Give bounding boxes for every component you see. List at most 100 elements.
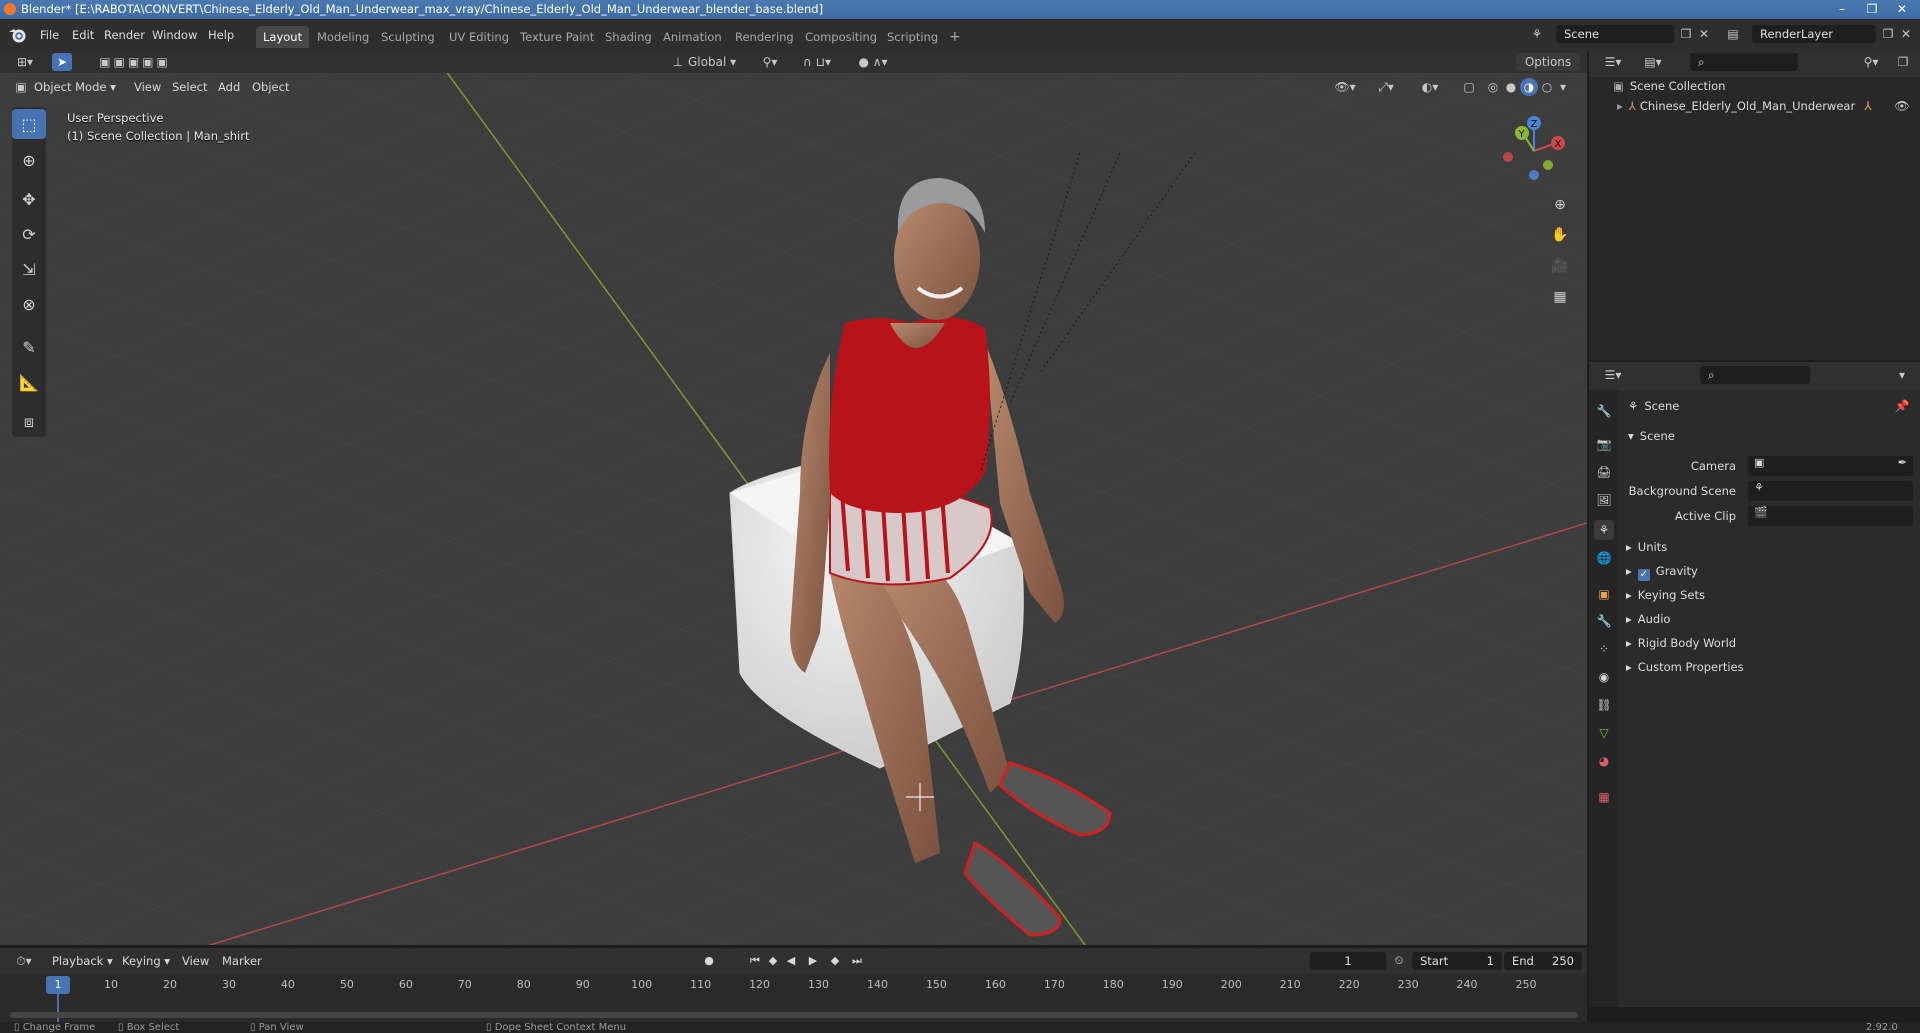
tab-texture-paint[interactable]: Texture Paint <box>513 26 601 48</box>
filter-icon[interactable]: ⚲▾ <box>1858 53 1884 71</box>
tab-modeling[interactable]: Modeling <box>310 26 376 48</box>
particles-tab-icon[interactable]: ⁘ <box>1594 639 1614 659</box>
zoom-icon[interactable]: ⊕ <box>1548 193 1572 217</box>
tab-uv-editing[interactable]: UV Editing <box>442 26 516 48</box>
select-box-tool-icon[interactable]: ⬚ <box>12 109 46 139</box>
select-tool-icon[interactable]: ➤ <box>52 53 72 71</box>
viewport-menu-object[interactable]: Object <box>248 78 293 96</box>
armature-data-icon[interactable]: ⅄ <box>1860 97 1876 115</box>
editor-type-icon[interactable]: ⊞▾ <box>12 53 38 71</box>
remove-scene-icon[interactable]: ✕ <box>1696 25 1712 43</box>
solid-shading-icon[interactable]: ● <box>1502 78 1520 96</box>
preview-range-icon[interactable]: ⏲ <box>1390 952 1408 970</box>
annotate-tool-icon[interactable]: ✎ <box>12 332 46 362</box>
camera-field[interactable]: ▣ ✒ <box>1748 456 1913 476</box>
camera-view-icon[interactable]: 🎥 <box>1548 254 1572 278</box>
tab-animation[interactable]: Animation <box>656 26 729 48</box>
proportional-editing-icon[interactable]: ● ∧▾ <box>848 53 898 71</box>
viewport-menu-view[interactable]: View <box>130 78 165 96</box>
tab-sculpting[interactable]: Sculpting <box>374 26 442 48</box>
menu-window[interactable]: Window <box>148 26 201 44</box>
background-scene-field[interactable]: ⚘ <box>1748 481 1913 501</box>
eyedropper-icon[interactable]: ✒ <box>1898 456 1907 469</box>
blender-logo-icon[interactable] <box>8 26 28 44</box>
new-view-layer-icon[interactable]: ❐ <box>1880 25 1896 43</box>
play-icon[interactable]: ▶ <box>804 952 822 970</box>
prev-keyframe-icon[interactable]: ◆ <box>764 952 782 970</box>
scene-icon[interactable]: ⚘ <box>1528 25 1546 43</box>
rotate-tool-icon[interactable]: ⟳ <box>12 219 46 249</box>
scale-tool-icon[interactable]: ⇲ <box>12 254 46 284</box>
close-window-button[interactable]: ✕ <box>1888 0 1916 19</box>
viewport-menu-add[interactable]: Add <box>214 78 244 96</box>
modifier-tab-icon[interactable]: 🔧 <box>1594 611 1614 631</box>
start-frame-field[interactable]: Start 1 <box>1412 952 1502 970</box>
add-cube-tool-icon[interactable]: ⧈ <box>12 407 46 437</box>
maximize-button[interactable]: ❐ <box>1858 0 1886 19</box>
view-layer-tab-icon[interactable]: 🖼 <box>1594 490 1614 510</box>
navigation-gizmo[interactable]: X Z Y <box>1496 113 1572 189</box>
measure-tool-icon[interactable]: 📐 <box>12 367 46 397</box>
transform-orientation-icon[interactable]: ⊥ <box>670 53 686 71</box>
scene-panel-header[interactable]: ▾ Scene <box>1628 426 1675 446</box>
snapping-icon[interactable]: ∩ ⊔▾ <box>792 53 842 71</box>
units-panel[interactable]: ▸ Units <box>1626 536 1667 558</box>
viewport-menu-select[interactable]: Select <box>168 78 211 96</box>
timeline-menu-marker[interactable]: Marker <box>218 952 266 970</box>
texture-tab-icon[interactable]: ▦ <box>1594 787 1614 807</box>
transform-tool-icon[interactable]: ⊗ <box>12 289 46 319</box>
outliner-editor-type-icon[interactable]: ☰▾ <box>1600 53 1626 71</box>
remove-view-layer-icon[interactable]: ✕ <box>1898 25 1914 43</box>
next-keyframe-icon[interactable]: ◆ <box>826 952 844 970</box>
display-mode-icon[interactable]: ▤▾ <box>1640 53 1666 71</box>
pin-icon[interactable]: 📌 <box>1894 397 1910 415</box>
shading-options-icon[interactable]: ▾ <box>1556 78 1570 96</box>
timeline-scrollbar[interactable] <box>10 1012 1578 1018</box>
play-reverse-icon[interactable]: ◀ <box>782 952 800 970</box>
visibility-toggle-icon[interactable]: 👁▾ <box>1332 78 1358 96</box>
properties-search-input[interactable]: ⌕ <box>1700 366 1810 384</box>
end-frame-field[interactable]: End 250 <box>1504 952 1582 970</box>
menu-file[interactable]: File <box>36 26 63 44</box>
output-tab-icon[interactable]: 🖨 <box>1594 462 1614 482</box>
move-tool-icon[interactable]: ✥ <box>12 184 46 214</box>
visibility-eye-icon[interactable]: 👁 <box>1894 97 1910 115</box>
object-mode-dropdown[interactable]: Object Mode ▾ <box>30 78 120 96</box>
outliner-scene-collection[interactable]: ▣ Scene Collection <box>1589 76 1920 96</box>
wireframe-shading-icon[interactable]: ◎ <box>1484 78 1502 96</box>
keying-sets-panel[interactable]: ▸ Keying Sets <box>1626 584 1705 606</box>
menu-help[interactable]: Help <box>204 26 238 44</box>
tab-layout[interactable]: Layout <box>256 26 310 48</box>
rendered-shading-icon[interactable]: ○ <box>1538 78 1556 96</box>
timeline-editor-type-icon[interactable]: ⏱▾ <box>10 952 38 970</box>
menu-edit[interactable]: Edit <box>68 26 98 44</box>
rigid-body-world-panel[interactable]: ▸ Rigid Body World <box>1626 632 1736 654</box>
gravity-panel[interactable]: ▸ ✓ Gravity <box>1626 560 1698 582</box>
timeline-menu-keying[interactable]: Keying ▾ <box>118 952 174 970</box>
gravity-checkbox[interactable]: ✓ <box>1637 569 1650 581</box>
tab-shading[interactable]: Shading <box>598 26 659 48</box>
active-clip-field[interactable]: 🎬 <box>1748 506 1913 526</box>
properties-options-icon[interactable]: ▾ <box>1894 366 1910 384</box>
world-tab-icon[interactable]: 🌐 <box>1594 548 1614 568</box>
render-tab-icon[interactable]: 📷 <box>1594 434 1614 454</box>
viewport-editor-type-icon[interactable]: ▣ <box>10 78 32 96</box>
orthographic-toggle-icon[interactable]: ▦ <box>1548 285 1572 309</box>
pan-hand-icon[interactable]: ✋ <box>1548 223 1572 247</box>
audio-panel[interactable]: ▸ Audio <box>1626 608 1670 630</box>
xray-toggle-icon[interactable]: ▢ <box>1460 78 1478 96</box>
menu-render[interactable]: Render <box>100 26 149 44</box>
view-layer-selector[interactable]: RenderLayer <box>1752 25 1876 43</box>
tool-tab-icon[interactable]: 🔧 <box>1594 401 1614 421</box>
add-workspace-button[interactable]: + <box>942 26 968 48</box>
current-frame-field[interactable]: 1 <box>1310 952 1386 970</box>
jump-end-icon[interactable]: ⏭ <box>848 952 866 970</box>
overlay-toggle-icon[interactable]: ◐▾ <box>1412 78 1448 96</box>
outliner-search-input[interactable]: ⌕ <box>1690 53 1798 71</box>
view-layer-icon[interactable]: ▤ <box>1724 25 1742 43</box>
minimize-button[interactable]: – <box>1828 0 1856 19</box>
constraints-tab-icon[interactable]: ⛓ <box>1594 695 1614 715</box>
tab-scripting[interactable]: Scripting <box>880 26 945 48</box>
scene-tab-icon[interactable]: ⚘ <box>1594 520 1614 540</box>
tab-rendering[interactable]: Rendering <box>728 26 801 48</box>
